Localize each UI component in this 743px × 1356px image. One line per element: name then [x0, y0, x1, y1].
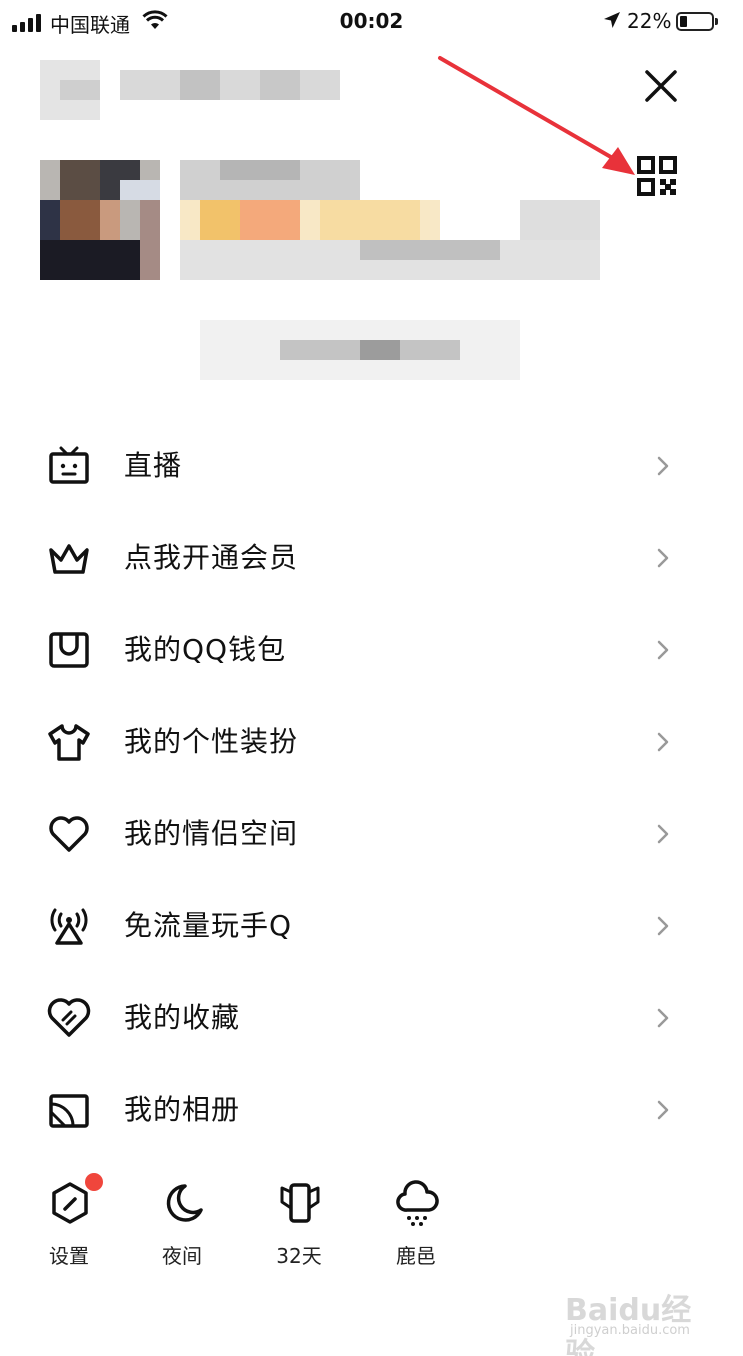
watermark: Baidu经验 jingyan.baidu.com — [565, 1285, 715, 1356]
pixelated-status-line[interactable] — [200, 300, 520, 400]
menu-item-free-data[interactable]: 免流量玩手Q — [0, 880, 743, 972]
bottom-label: 鹿邑 — [396, 1244, 436, 1268]
annotation-arrow — [438, 56, 635, 175]
menu-item-wallet[interactable]: 我的QQ钱包 — [0, 604, 743, 696]
menu-label: 我的情侣空间 — [124, 817, 299, 850]
album-icon — [49, 1094, 89, 1128]
menu-label: 我的相册 — [124, 1093, 241, 1126]
bottom-label: 32天 — [276, 1244, 322, 1268]
status-bar: 中国联通 00:02 22% — [0, 0, 743, 44]
settings-hexagon-icon — [52, 1182, 88, 1224]
menu-label: 我的收藏 — [124, 1001, 241, 1034]
pixelated-account-name — [40, 60, 340, 120]
menu-label: 点我开通会员 — [124, 541, 299, 574]
menu-item-album[interactable]: 我的相册 — [0, 1064, 743, 1156]
crown-icon — [49, 544, 89, 574]
chevron-right-icon — [657, 1008, 669, 1028]
battery-icon — [676, 12, 714, 31]
menu-item-couple[interactable]: 我的情侣空间 — [0, 788, 743, 880]
location-arrow-icon — [604, 12, 620, 28]
chevron-right-icon — [657, 456, 669, 476]
favorite-heart-icon — [47, 998, 91, 1037]
bottom-night-button[interactable]: 夜间 — [137, 1180, 227, 1270]
battery-percent: 22% — [627, 9, 672, 33]
tv-icon — [49, 446, 89, 484]
menu-label: 我的个性装扮 — [124, 725, 299, 758]
wallet-icon — [49, 632, 89, 668]
avatar[interactable] — [40, 160, 160, 280]
chevron-right-icon — [657, 916, 669, 936]
menu-label: 免流量玩手Q — [124, 909, 293, 942]
bottom-weather-button[interactable]: 鹿邑 — [371, 1180, 461, 1270]
watermark-title: Baidu经验 — [565, 1293, 692, 1356]
qr-code-icon[interactable] — [636, 155, 678, 197]
notification-badge — [85, 1173, 103, 1191]
bottom-label: 设置 — [49, 1244, 89, 1268]
bottom-settings-button[interactable]: 设置 — [24, 1180, 114, 1270]
chevron-right-icon — [657, 640, 669, 660]
menu-item-vip[interactable]: 点我开通会员 — [0, 512, 743, 604]
moon-icon — [166, 1184, 203, 1222]
battery-tip — [715, 18, 718, 25]
menu-item-favorites[interactable]: 我的收藏 — [0, 972, 743, 1064]
chevron-right-icon — [657, 732, 669, 752]
chevron-right-icon — [657, 1100, 669, 1120]
chevron-right-icon — [657, 824, 669, 844]
tshirt-icon — [48, 724, 90, 761]
phone-wings-icon — [280, 1183, 320, 1223]
signal-tower-icon — [50, 908, 88, 945]
chevron-right-icon — [657, 548, 669, 568]
menu-item-live[interactable]: 直播 — [0, 420, 743, 512]
menu-label: 直播 — [124, 449, 183, 482]
menu-item-theme[interactable]: 我的个性装扮 — [0, 696, 743, 788]
menu-label: 我的QQ钱包 — [124, 633, 287, 666]
heart-icon — [49, 816, 89, 852]
bottom-label: 夜间 — [162, 1244, 202, 1268]
watermark-url: jingyan.baidu.com — [570, 1323, 690, 1338]
rain-cloud-icon — [396, 1180, 439, 1226]
bottom-checkin-button[interactable]: 32天 — [254, 1180, 344, 1270]
